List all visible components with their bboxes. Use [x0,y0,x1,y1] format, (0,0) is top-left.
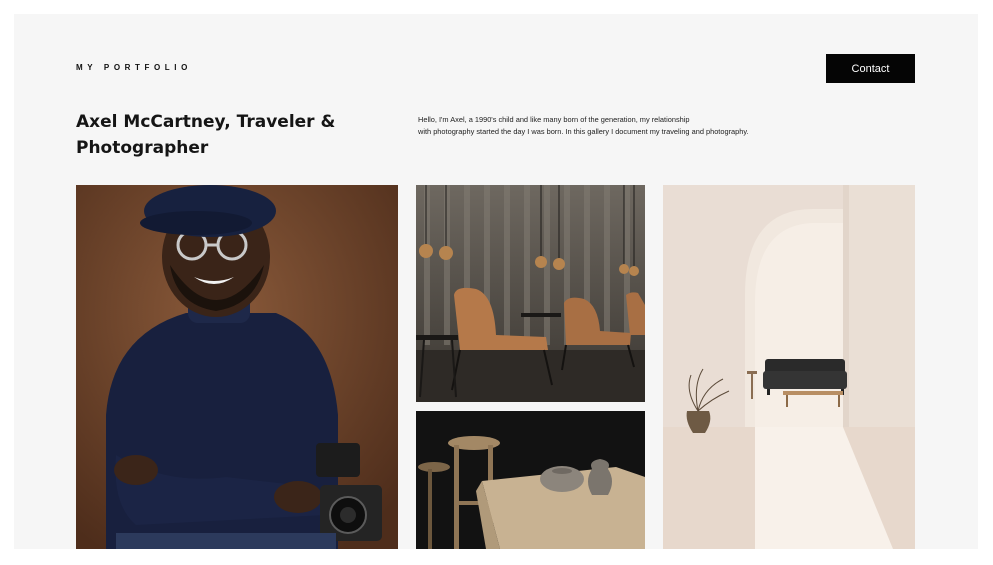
stool-and-vases-photo[interactable] [416,411,645,549]
brand-logo[interactable]: MY PORTFOLIO [76,63,192,72]
intro-line-1: Hello, I'm Axel, a 1990's child and like… [418,115,690,124]
contact-button[interactable]: Contact [826,54,915,83]
archway-interior-photo[interactable] [663,185,915,549]
title-line-2: Photographer [76,138,209,158]
intro-text: Hello, I'm Axel, a 1990's child and like… [418,114,778,139]
portrait-photo[interactable] [76,185,398,549]
title-line-1: Axel McCartney, Traveler & [76,112,336,132]
lounge-chairs-photo[interactable] [416,185,645,402]
intro-line-2: with photography started the day I was b… [418,127,749,137]
portfolio-page: MY PORTFOLIO Contact Axel McCartney, Tra… [14,14,978,549]
page-title: Axel McCartney, Traveler & Photographer [76,109,336,161]
